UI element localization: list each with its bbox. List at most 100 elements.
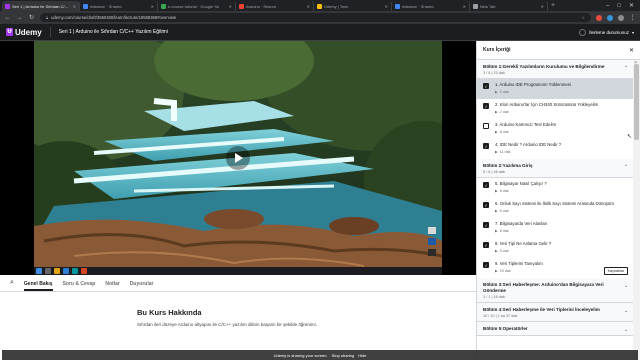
course-header: Ʉ Udemy Seri 1 | Arduino ile Sıfırdan C/…	[0, 24, 640, 41]
lesson-complete-checkbox[interactable]: ✓	[483, 83, 489, 89]
video-icon: ▶	[495, 249, 498, 253]
lesson-complete-checkbox[interactable]: ✓	[483, 242, 489, 248]
udemy-logo[interactable]: Ʉ Udemy	[6, 28, 42, 37]
lesson-item[interactable]: ✓ 6. Onluk Sayı Sistemi ile İkilik Sayı S…	[477, 198, 634, 218]
search-icon[interactable]: ⌕	[10, 279, 14, 291]
lesson-complete-checkbox[interactable]: ✓	[483, 182, 489, 188]
tab-close-icon[interactable]: ✕	[229, 4, 232, 9]
chevron-down-icon[interactable]: ⌄	[624, 308, 628, 314]
browser-tab[interactable]: Instance · Shared ✕	[392, 1, 470, 11]
bookmark-star-icon[interactable]: ☆	[581, 15, 585, 20]
browser-menu-icon[interactable]: ⋮	[629, 14, 636, 21]
taskbar-app-icon[interactable]	[81, 268, 87, 274]
browser-tab[interactable]: Seri 1 | Arduino ile Sıfırdan C/C++ ✕	[2, 1, 80, 11]
lesson-complete-checkbox[interactable]: ✓	[483, 222, 489, 228]
browser-tab[interactable]: Udemy | Tech ✕	[314, 1, 392, 11]
lesson-title: 6. Onluk Sayı Sistemi ile İkilik Sayı Si…	[495, 201, 614, 206]
curriculum-section[interactable]: Bölüm 5:Operatörler ⌄	[477, 322, 634, 336]
lesson-meta: ▶ 2 dak	[495, 110, 628, 114]
curriculum-section[interactable]: Bölüm 4:Seri Haberleşme ile Veri Tipleri…	[477, 303, 634, 322]
play-button[interactable]	[226, 146, 250, 170]
taskbar-app-icon[interactable]	[45, 268, 51, 274]
video-frame[interactable]	[34, 41, 442, 275]
video-icon: ▶	[495, 150, 498, 154]
lesson-complete-checkbox[interactable]: ✓	[483, 143, 489, 149]
video-player[interactable]	[0, 41, 476, 275]
lesson-complete-checkbox[interactable]: ✓	[483, 103, 489, 109]
extension-icon[interactable]	[596, 14, 602, 21]
chevron-down-icon[interactable]: ⌄	[624, 283, 628, 289]
hide-button[interactable]: Hide	[358, 353, 366, 358]
scrollbar-thumb[interactable]	[634, 64, 639, 140]
taskbar-app-icon[interactable]	[72, 268, 78, 274]
curriculum-section[interactable]: Bölüm 3:Seri Haberleşme: Arduino'dan Bil…	[477, 278, 634, 303]
curriculum-section[interactable]: Bölüm 2:Yazılıma Giriş 5 / 6 | 46 dak ⌃	[477, 159, 634, 178]
tab-overview[interactable]: Genel Bakış	[23, 281, 53, 291]
lesson-complete-checkbox[interactable]: ✓	[483, 262, 489, 268]
tab-close-icon[interactable]: ✕	[73, 4, 76, 9]
chevron-up-icon[interactable]: ⌃	[624, 164, 628, 170]
tab-close-icon[interactable]: ✕	[463, 4, 466, 9]
taskbar-app-icon[interactable]	[63, 268, 69, 274]
browser-tab[interactable]: Instance · Shared ✕	[80, 1, 158, 11]
maximize-button[interactable]: □	[617, 1, 621, 11]
progress-dropdown[interactable]: İlerleme durumunuz ▾	[579, 28, 634, 36]
desktop-app-icon[interactable]	[428, 249, 436, 256]
tab-close-icon[interactable]: ✕	[385, 4, 388, 9]
close-icon[interactable]: ✕	[629, 47, 634, 54]
lesson-duration: 11 dak	[499, 150, 511, 154]
tab-close-icon[interactable]: ✕	[151, 4, 154, 9]
stop-sharing-button[interactable]: Stop sharing	[332, 353, 354, 358]
lesson-complete-checkbox[interactable]: ✓	[483, 202, 489, 208]
lesson-meta: ▶ 5 dak	[495, 249, 628, 253]
lesson-item[interactable]: ✓ 4. IDE Nedir ? Arduino IDE Nedir ? ▶ 11 d…	[477, 139, 634, 159]
tab-notes[interactable]: Notlar	[105, 281, 119, 291]
close-window-button[interactable]: ✕	[629, 1, 634, 11]
back-icon[interactable]: ←	[4, 15, 11, 21]
video-icon: ▶	[495, 110, 498, 114]
profile-avatar[interactable]	[618, 14, 624, 21]
overview-panel: Bu Kurs Hakkında Sıfırdan ileri düzeye A…	[0, 292, 476, 327]
browser-tab[interactable]: e-course tutorial · Google Se ✕	[158, 1, 236, 11]
tab-qa[interactable]: Soru & Cevap	[63, 281, 96, 291]
tab-close-icon[interactable]: ✕	[307, 4, 310, 9]
url-field[interactable]: 🔒︎ udemy.com/course/draft/3550480/learn/…	[40, 13, 591, 22]
lesson-item[interactable]: ✓ 5. Bilgisayar Nasıl Çalışır ? ▶ 8 dak	[477, 178, 634, 198]
lesson-complete-checkbox[interactable]	[483, 123, 489, 129]
lesson-item[interactable]: ✓ 9. Veri Tiplerini Tanıyalım ▶ 23 dak Kayna…	[477, 258, 634, 278]
tab-favicon-icon	[317, 3, 322, 9]
extension-icon[interactable]	[607, 14, 613, 21]
section-meta: 5 / 6 | 46 dak	[483, 170, 505, 174]
course-title[interactable]: Seri 1 | Arduino ile Sıfırdan C/C++ Yazı…	[59, 29, 168, 35]
new-tab-button[interactable]: +	[551, 1, 555, 11]
chevron-down-icon[interactable]: ⌄	[624, 327, 628, 333]
screen-share-bar: Udemy is sharing your screen. Stop shari…	[2, 350, 638, 360]
desktop-file-icon[interactable]	[428, 227, 436, 234]
start-icon[interactable]	[36, 268, 42, 274]
tab-label: Seri 1 | Arduino ile Sıfırdan C/C++	[12, 3, 71, 9]
desktop-app-icon[interactable]	[428, 238, 436, 245]
browser-tab[interactable]: Arduino · Search ✕	[236, 1, 314, 11]
taskbar-app-icon[interactable]	[54, 268, 60, 274]
minimize-button[interactable]: –	[606, 1, 609, 11]
tab-announcements[interactable]: Duyurular	[130, 281, 154, 291]
section-title: Bölüm 2:Yazılıma Giriş	[483, 163, 533, 168]
lesson-item[interactable]: ✓ 7. Bilgisayarda Veri Alanları ▶ 8 dak	[477, 218, 634, 238]
header-divider	[49, 27, 51, 37]
resources-button[interactable]: Kaynaklar	[603, 267, 628, 275]
screen-share-text: Udemy is sharing your screen.	[273, 352, 328, 358]
forward-icon[interactable]: →	[16, 15, 23, 21]
window-controls: – □ ✕	[606, 1, 640, 11]
curriculum-section[interactable]: Bölüm 1:Gerekli Yazılımların Kurulumu ve…	[477, 60, 634, 79]
lesson-item[interactable]: ✓ 8. Veri Tipi Ne Anlama Gelir ? ▶ 5 dak	[477, 238, 634, 258]
chevron-up-icon[interactable]: ⌃	[624, 65, 628, 71]
tab-close-icon[interactable]: ✕	[541, 4, 544, 9]
lesson-duration: 5 dak	[499, 249, 509, 253]
browser-tab[interactable]: New Tab ✕	[470, 1, 548, 11]
lesson-item[interactable]: ✓ 1. Arduino IDE Programının Yüklenmesi ▶ 2…	[477, 79, 634, 99]
play-icon	[235, 153, 243, 163]
sidebar-scrollbar[interactable]: ▲	[633, 60, 640, 360]
lesson-item[interactable]: 3. Arduino Kartımızı Test Edelim ▶ 8 dak	[477, 119, 634, 139]
lesson-item[interactable]: ✓ 2. Klon Arduino'lar İçin CH340 Sürücüsü…	[477, 99, 634, 119]
reload-icon[interactable]: ↻	[28, 14, 35, 21]
